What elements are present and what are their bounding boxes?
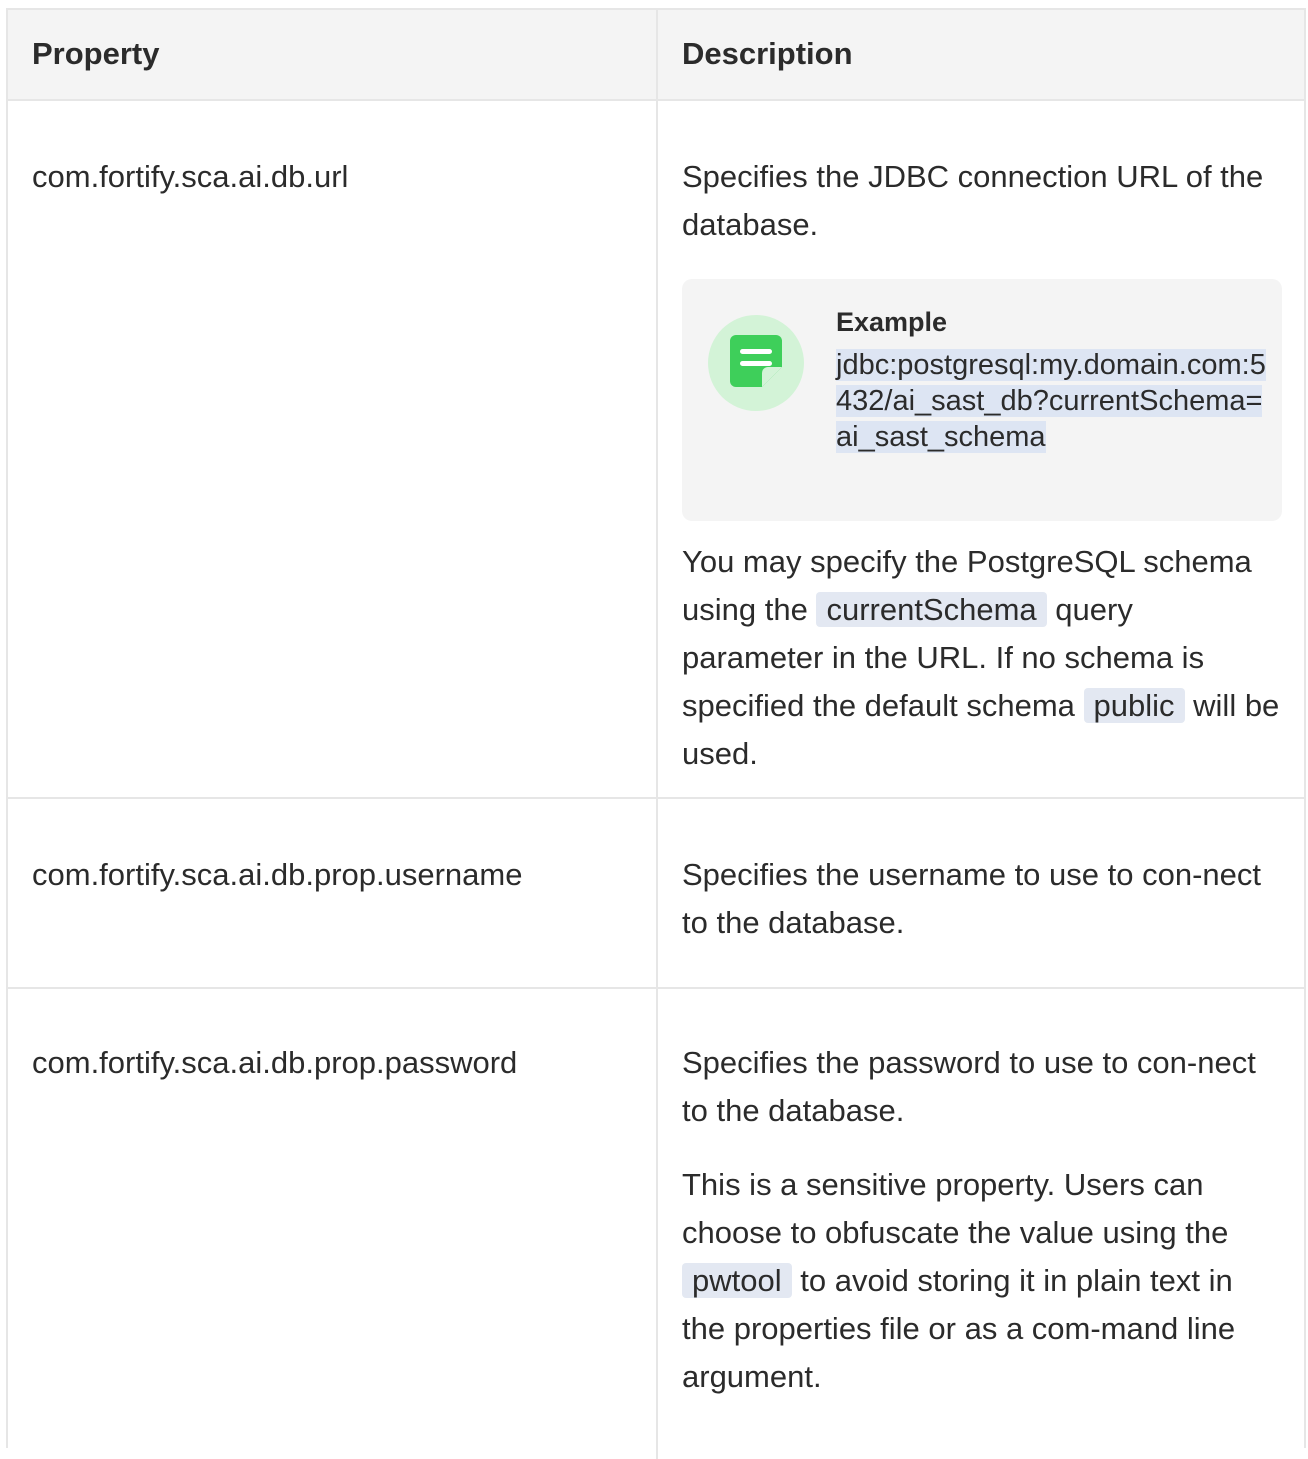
example-code-text: jdbc:postgresql:my.domain.com:5432/ai_sa… xyxy=(836,349,1266,453)
example-code: jdbc:postgresql:my.domain.com:5432/ai_sa… xyxy=(836,347,1266,455)
header-description: Description xyxy=(682,36,853,71)
table-header-row: Property Description xyxy=(8,10,1304,101)
inline-code: currentSchema xyxy=(816,592,1047,627)
column-divider xyxy=(656,989,658,1459)
table-row: com.fortify.sca.ai.db.prop.username Spec… xyxy=(8,799,1304,989)
header-property: Property xyxy=(32,36,160,71)
property-name: com.fortify.sca.ai.db.prop.username xyxy=(32,857,523,892)
column-divider xyxy=(656,10,658,99)
example-title: Example xyxy=(836,307,948,337)
property-name: com.fortify.sca.ai.db.url xyxy=(32,159,349,194)
example-callout: Example jdbc:postgresql:my.domain.com:54… xyxy=(682,279,1282,521)
note-icon xyxy=(708,315,804,411)
property-description: Specifies the JDBC connection URL of the… xyxy=(682,159,1264,242)
property-name: com.fortify.sca.ai.db.prop.password xyxy=(32,1045,518,1080)
inline-code: public xyxy=(1083,688,1185,723)
column-divider xyxy=(656,101,658,797)
inline-code: pwtool xyxy=(682,1263,792,1298)
property-description-extra: You may specify the PostgreSQL schema us… xyxy=(682,538,1282,778)
properties-table: Property Description com.fortify.sca.ai.… xyxy=(6,8,1306,1459)
column-divider xyxy=(656,799,658,987)
property-description: Specifies the password to use to con-nec… xyxy=(682,1045,1256,1128)
property-description: Specifies the username to use to con-nec… xyxy=(682,857,1261,940)
property-description-extra: This is a sensitive property. Users can … xyxy=(682,1161,1282,1401)
table-row: com.fortify.sca.ai.db.url Specifies the … xyxy=(8,101,1304,799)
desc-text: This is a sensitive property. Users can … xyxy=(682,1167,1229,1250)
table-row: com.fortify.sca.ai.db.prop.password Spec… xyxy=(8,989,1304,1459)
